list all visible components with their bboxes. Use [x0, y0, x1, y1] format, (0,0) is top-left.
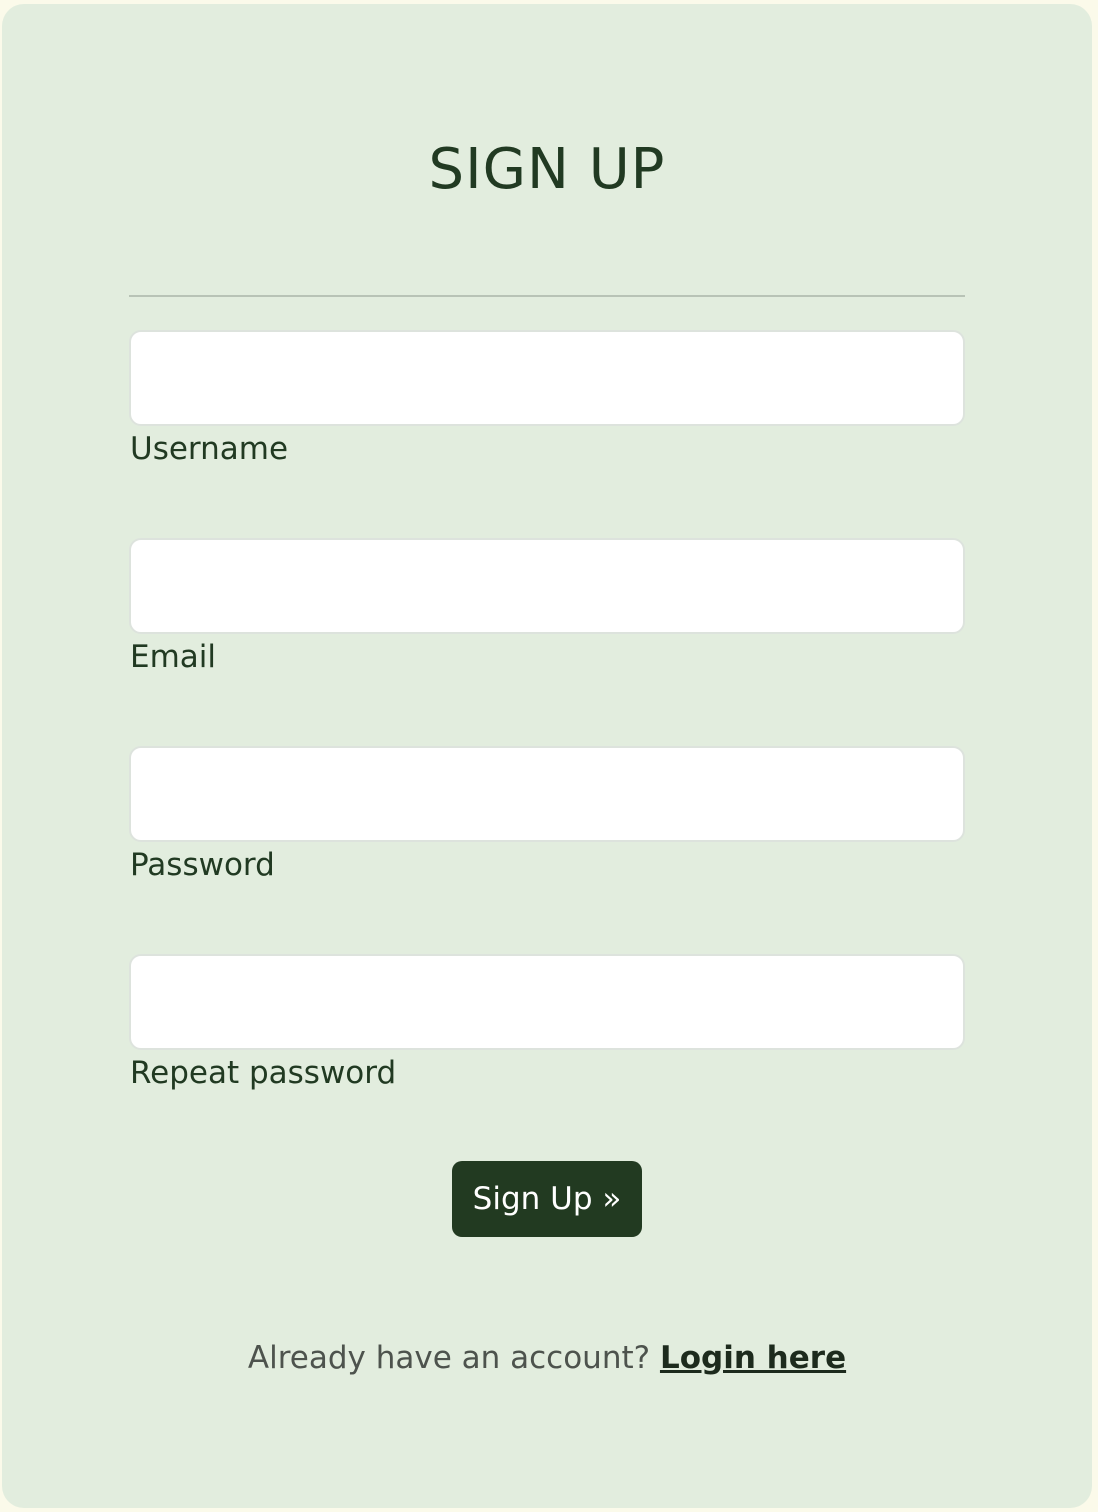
password-input[interactable]	[129, 746, 965, 842]
login-prompt-text: Already have an account?	[247, 1340, 651, 1376]
email-input[interactable]	[129, 538, 965, 634]
sign-up-button[interactable]: Sign Up »	[452, 1161, 642, 1237]
email-label: Email	[130, 639, 217, 675]
login-prompt: Already have an account? Login here	[2, 1336, 1092, 1380]
login-link[interactable]: Login here	[660, 1340, 846, 1376]
repeat-password-label: Repeat password	[130, 1055, 397, 1091]
divider	[129, 295, 965, 297]
username-input[interactable]	[129, 330, 965, 426]
signup-card: SIGN UP Username Email Password Repeat p…	[2, 4, 1092, 1508]
username-label: Username	[130, 431, 289, 467]
password-label: Password	[130, 847, 275, 883]
repeat-password-input[interactable]	[129, 954, 965, 1050]
page-title: SIGN UP	[428, 137, 666, 202]
